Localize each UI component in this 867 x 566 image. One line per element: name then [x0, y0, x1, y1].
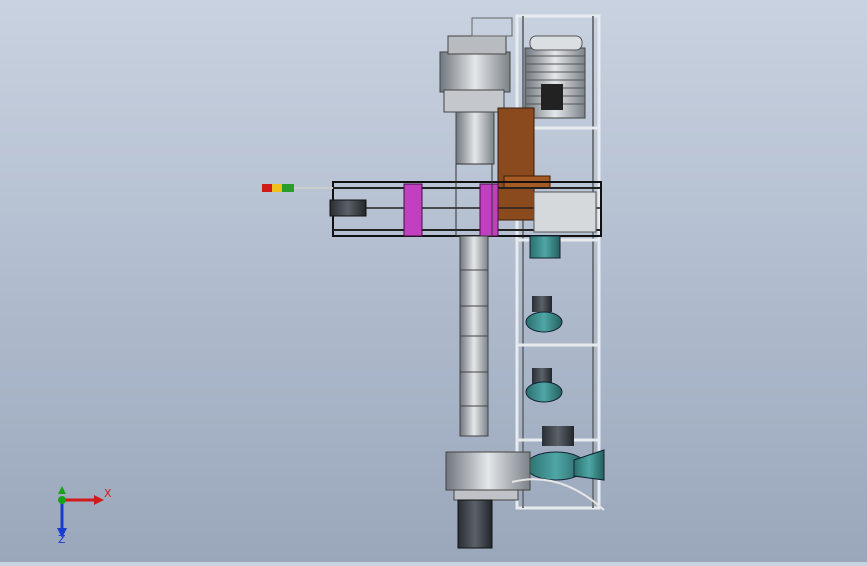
cad-viewport[interactable]: X Z [0, 0, 867, 562]
triad-x-label: X [104, 487, 112, 500]
mounting-plate [497, 107, 535, 221]
base-motor[interactable] [457, 499, 493, 549]
base-gearbox[interactable] [445, 451, 531, 501]
drive-motor[interactable] [524, 35, 586, 119]
pump-unit-1[interactable] [529, 235, 561, 259]
coordinate-triad-icon [57, 486, 104, 538]
slide-assembly[interactable] [300, 181, 602, 237]
indicator-light [262, 184, 333, 192]
carriage-block-left [403, 183, 423, 237]
pump-unit-2[interactable] [525, 296, 563, 333]
carriage-block-right [479, 183, 499, 237]
cylinder-actuator [329, 199, 367, 217]
assembly-model[interactable] [0, 0, 867, 562]
linear-module [533, 191, 597, 233]
triad-z-label: Z [58, 533, 66, 546]
pump-unit-3[interactable] [525, 368, 563, 403]
